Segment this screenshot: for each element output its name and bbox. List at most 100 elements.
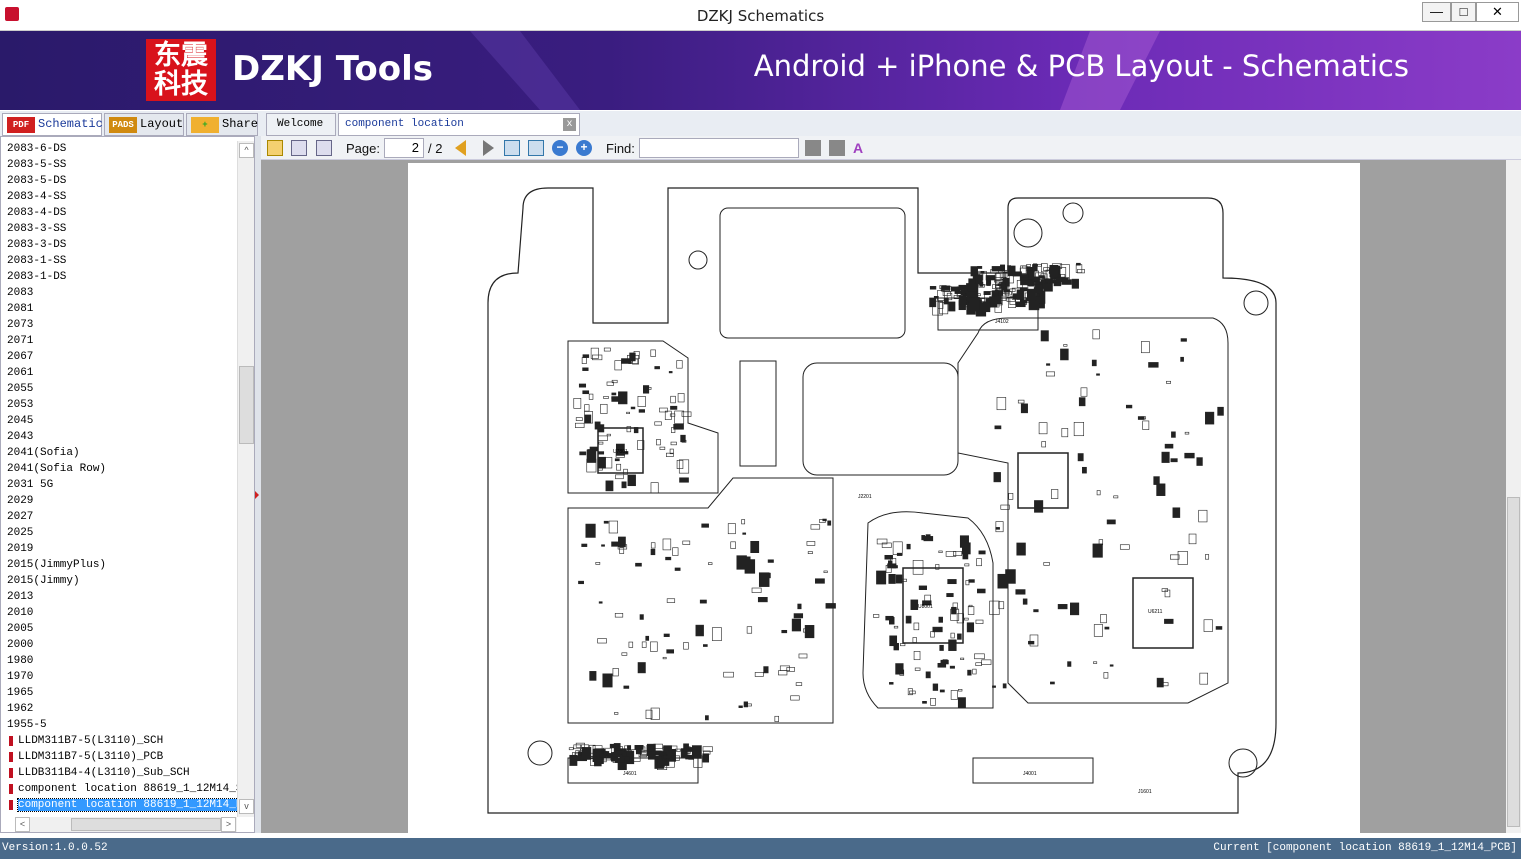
pcb-component xyxy=(938,550,943,553)
file-item[interactable]: LLDB311B4-4(L3110)_Sub_SCH xyxy=(1,765,237,781)
scroll-left-icon[interactable]: < xyxy=(15,817,30,832)
list-item[interactable]: 1965 xyxy=(1,685,237,701)
close-button[interactable]: ✕ xyxy=(1476,2,1519,22)
list-item[interactable]: 1970 xyxy=(1,669,237,685)
pcb-component xyxy=(823,570,828,573)
vertical-scrollbar[interactable]: ^ v xyxy=(237,141,254,817)
list-item[interactable]: 2029 xyxy=(1,493,237,509)
pcb-component xyxy=(650,641,658,652)
list-item[interactable]: 2053 xyxy=(1,397,237,413)
pcb-component xyxy=(621,481,627,489)
scroll-thumb[interactable] xyxy=(239,366,254,444)
list-item[interactable]: 2083-1-SS xyxy=(1,253,237,269)
list-item[interactable]: 2083 xyxy=(1,285,237,301)
list-item[interactable]: 2041(Sofia Row) xyxy=(1,461,237,477)
list-item[interactable]: 2083-4-SS xyxy=(1,189,237,205)
pcb-component xyxy=(906,543,911,550)
maximize-button[interactable]: □ xyxy=(1451,2,1476,22)
find-input[interactable] xyxy=(639,138,799,158)
list-item[interactable]: 2071 xyxy=(1,333,237,349)
list-item[interactable]: 2045 xyxy=(1,413,237,429)
tab-layout[interactable]: PADS Layout xyxy=(104,113,184,136)
file-item[interactable]: component location 88619_1_12M14_SCH xyxy=(1,781,237,797)
pcb-component xyxy=(957,697,966,709)
tab-schematic[interactable]: PDF Schematic xyxy=(2,113,103,136)
list-item[interactable]: 2083-3-SS xyxy=(1,221,237,237)
list-item[interactable]: 2027 xyxy=(1,509,237,525)
pcb-component xyxy=(939,689,945,693)
title-bar: DZKJ Schematics — □ ✕ xyxy=(0,0,1521,31)
list-item[interactable]: 1955-5 xyxy=(1,717,237,733)
list-item[interactable]: 2043 xyxy=(1,429,237,445)
page-input[interactable]: 2 xyxy=(384,138,424,158)
rotate-left-icon[interactable] xyxy=(291,140,307,156)
pcb-component xyxy=(1045,371,1055,377)
highlight-icon[interactable]: A xyxy=(853,140,869,156)
fit-page-icon[interactable] xyxy=(528,140,544,156)
next-page-icon[interactable] xyxy=(483,140,494,156)
list-item[interactable]: 2013 xyxy=(1,589,237,605)
zoom-out-icon[interactable]: − xyxy=(552,140,568,156)
list-item[interactable]: 2015(JimmyPlus) xyxy=(1,557,237,573)
list-item[interactable]: 2083-3-DS xyxy=(1,237,237,253)
pcb-component xyxy=(595,562,601,565)
list-item[interactable]: 2041(Sofia) xyxy=(1,445,237,461)
tab-welcome[interactable]: Welcome xyxy=(266,113,336,136)
list-item[interactable]: 2083-5-DS xyxy=(1,173,237,189)
list-item[interactable]: 2083-1-DS xyxy=(1,269,237,285)
list-item[interactable]: 2073 xyxy=(1,317,237,333)
pcb-component xyxy=(1092,329,1100,340)
tab-bar: PDF Schematic PADS Layout + Share Welcome c… xyxy=(0,111,1521,151)
list-item[interactable]: 2081 xyxy=(1,301,237,317)
pcb-component xyxy=(781,629,788,634)
find-prev-icon[interactable] xyxy=(805,140,821,156)
pcb-component xyxy=(1092,543,1103,558)
list-item[interactable]: 2083-5-SS xyxy=(1,157,237,173)
pcb-component xyxy=(579,451,587,456)
hscroll-thumb[interactable] xyxy=(71,818,221,831)
close-tab-icon[interactable]: x xyxy=(563,118,576,131)
file-item[interactable]: LLDM311B7-5(L3110)_SCH xyxy=(1,733,237,749)
pcb-component xyxy=(1055,277,1066,283)
file-item-label: component location 88619_1_12M14_PCB xyxy=(17,798,237,812)
viewer-scroll-thumb[interactable] xyxy=(1507,497,1520,827)
list-item[interactable]: 2083-6-DS xyxy=(1,141,237,157)
scroll-right-icon[interactable]: > xyxy=(221,817,236,832)
find-next-icon[interactable] xyxy=(829,140,845,156)
list-item[interactable]: 2061 xyxy=(1,365,237,381)
list-item[interactable]: 1980 xyxy=(1,653,237,669)
open-icon[interactable] xyxy=(267,140,283,156)
viewer-scrollbar[interactable] xyxy=(1506,160,1521,833)
prev-page-icon[interactable] xyxy=(455,140,466,156)
minimize-button[interactable]: — xyxy=(1422,2,1451,22)
document-viewer[interactable]: J4102 U7801 J2201 U6211 U8001 J4001 J460… xyxy=(261,160,1506,833)
file-item[interactable]: LLDM311B7-5(L3110)_PCB xyxy=(1,749,237,765)
pcb-component xyxy=(662,656,667,660)
tab-document[interactable]: component location 88619_1_12M14_PCBx xyxy=(338,113,580,151)
rotate-right-icon[interactable] xyxy=(316,140,332,156)
file-item[interactable]: component location 88619_1_12M14_PCB xyxy=(1,797,237,813)
list-item[interactable]: 2010 xyxy=(1,605,237,621)
pcb-component xyxy=(738,705,743,708)
collapse-arrow-icon[interactable] xyxy=(255,491,259,499)
scroll-up-icon[interactable]: ^ xyxy=(239,143,254,158)
horizontal-scrollbar[interactable]: < > xyxy=(15,817,237,832)
list-item[interactable]: 2015(Jimmy) xyxy=(1,573,237,589)
list-item[interactable]: 1962 xyxy=(1,701,237,717)
fit-width-icon[interactable] xyxy=(504,140,520,156)
zoom-in-icon[interactable]: + xyxy=(576,140,592,156)
tab-share[interactable]: + Share xyxy=(186,113,258,136)
list-item[interactable]: 2000 xyxy=(1,637,237,653)
list-item[interactable]: 2031 5G xyxy=(1,477,237,493)
scroll-down-icon[interactable]: v xyxy=(239,799,254,814)
list-item[interactable]: 2055 xyxy=(1,381,237,397)
pcb-component xyxy=(614,757,626,763)
list-item[interactable]: 2067 xyxy=(1,349,237,365)
list-item[interactable]: 2019 xyxy=(1,541,237,557)
pads-icon: PADS xyxy=(109,117,137,133)
pcb-component xyxy=(605,480,614,492)
list-item[interactable]: 2083-4-DS xyxy=(1,205,237,221)
list-item[interactable]: 2005 xyxy=(1,621,237,637)
pcb-component xyxy=(723,671,734,678)
list-item[interactable]: 2025 xyxy=(1,525,237,541)
